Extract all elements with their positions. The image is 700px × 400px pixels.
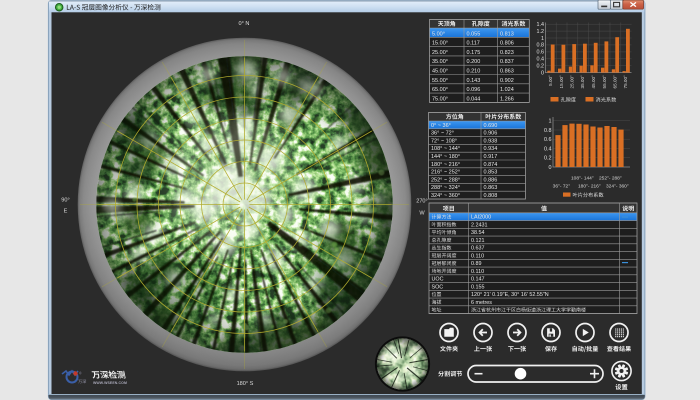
svg-text:0.886: 0.886 [484, 177, 498, 183]
svg-text:0.055: 0.055 [467, 31, 481, 37]
svg-text:0.175: 0.175 [467, 50, 481, 56]
svg-text:324° ~ 360°: 324° ~ 360° [431, 193, 460, 199]
svg-text:252°- 288°: 252°- 288° [599, 176, 622, 182]
svg-text:0.863: 0.863 [484, 185, 498, 191]
svg-text:0.121: 0.121 [471, 238, 485, 244]
svg-text:6 metres: 6 metres [471, 300, 492, 306]
svg-text:WWW.WSEEN.COM: WWW.WSEEN.COM [93, 381, 127, 385]
svg-text:0.110: 0.110 [471, 269, 484, 275]
svg-text:0.902: 0.902 [500, 78, 514, 84]
svg-text:0.813: 0.813 [500, 31, 514, 37]
svg-text:0° N: 0° N [239, 21, 250, 27]
svg-text:180°- 216°: 180°- 216° [578, 184, 601, 190]
svg-text:288° ~ 324°: 288° ~ 324° [431, 185, 460, 191]
svg-text:1.4: 1.4 [537, 22, 545, 28]
svg-text:108°- 144°: 108°- 144° [571, 176, 594, 182]
svg-text:38.54: 38.54 [471, 230, 485, 236]
svg-text:0.110: 0.110 [471, 253, 484, 259]
svg-text:55.00°: 55.00° [432, 78, 448, 84]
svg-text:35.00°: 35.00° [580, 75, 585, 88]
svg-text:45.00°: 45.00° [432, 69, 448, 75]
svg-text:0: 0 [541, 70, 544, 76]
svg-text:0.837: 0.837 [500, 59, 514, 65]
svg-text:0.4: 0.4 [537, 57, 545, 63]
svg-text:5.00°: 5.00° [432, 31, 445, 37]
svg-text:0.874: 0.874 [484, 162, 498, 168]
svg-text:0.2: 0.2 [544, 156, 552, 162]
svg-text:0.906: 0.906 [484, 131, 498, 137]
svg-text:0.8: 0.8 [537, 43, 545, 49]
svg-text:2.2431: 2.2431 [471, 222, 488, 228]
svg-text:36° ~ 72°: 36° ~ 72° [431, 131, 454, 137]
svg-text:1.266: 1.266 [500, 96, 514, 102]
svg-text:0.4: 0.4 [544, 146, 552, 152]
svg-text:25.00°: 25.00° [570, 75, 575, 88]
svg-text:120° 21' 0.19"E, 30° 16' 52.5: 120° 21' 0.19"E, 30° 16' 52.55"N [471, 292, 549, 298]
svg-text:180° ~ 216°: 180° ~ 216° [431, 162, 460, 168]
svg-text:324°- 360°: 324°- 360° [606, 184, 629, 190]
svg-text:216° ~ 252°: 216° ~ 252° [431, 170, 460, 176]
svg-text:0.096: 0.096 [467, 87, 481, 93]
svg-text:0.863: 0.863 [500, 69, 514, 75]
svg-text:45.00°: 45.00° [591, 75, 596, 88]
svg-text:0.89: 0.89 [471, 261, 482, 267]
svg-text:0.934: 0.934 [484, 146, 498, 152]
svg-text:UOC: UOC [432, 277, 444, 283]
svg-text:1.2: 1.2 [537, 29, 545, 35]
svg-text:0.210: 0.210 [467, 69, 481, 75]
svg-text:5.00°: 5.00° [548, 75, 553, 86]
svg-text:1: 1 [541, 36, 544, 42]
svg-text:35.00°: 35.00° [432, 59, 448, 65]
svg-text:25.00°: 25.00° [432, 50, 448, 56]
svg-text:65.00°: 65.00° [613, 75, 618, 88]
svg-text:0.917: 0.917 [484, 154, 498, 160]
svg-text:®: ® [79, 372, 82, 376]
svg-text:0.2: 0.2 [537, 64, 545, 70]
svg-text:0.8: 0.8 [544, 128, 552, 134]
svg-text:0.853: 0.853 [484, 170, 498, 176]
svg-text:0.155: 0.155 [471, 284, 485, 290]
svg-text:0.808: 0.808 [484, 193, 498, 199]
svg-text:LAI2000: LAI2000 [471, 215, 491, 221]
svg-text:0.637: 0.637 [471, 246, 485, 252]
svg-text:0.806: 0.806 [500, 41, 514, 47]
svg-text:0.6: 0.6 [537, 50, 545, 56]
svg-text:180° S: 180° S [237, 381, 254, 387]
svg-text:144° ~ 180°: 144° ~ 180° [431, 154, 460, 160]
svg-text:0.143: 0.143 [467, 78, 481, 84]
svg-text:1: 1 [549, 119, 552, 125]
svg-text:W: W [419, 211, 425, 217]
svg-text:55.00°: 55.00° [602, 75, 607, 88]
svg-text:0.200: 0.200 [467, 59, 481, 65]
svg-text:0.147: 0.147 [471, 277, 485, 283]
svg-text:SOC: SOC [432, 284, 444, 290]
svg-text:1.024: 1.024 [500, 87, 514, 93]
svg-text:90°: 90° [61, 198, 69, 204]
svg-text:36°- 72°: 36°- 72° [553, 184, 571, 190]
svg-text:0.938: 0.938 [484, 138, 498, 144]
svg-text:0: 0 [549, 165, 552, 171]
svg-text:0.044: 0.044 [467, 96, 481, 102]
svg-text:75.00°: 75.00° [432, 96, 448, 102]
svg-text:108° ~ 144°: 108° ~ 144° [431, 146, 460, 152]
svg-text:15.00°: 15.00° [559, 75, 564, 88]
svg-text:75.00°: 75.00° [623, 75, 628, 88]
svg-text:270°: 270° [416, 199, 428, 205]
svg-text:0.117: 0.117 [467, 41, 480, 47]
svg-text:0° ~ 36°: 0° ~ 36° [431, 123, 451, 129]
svg-text:E: E [64, 209, 68, 215]
svg-text:0.6: 0.6 [544, 137, 552, 143]
svg-text:0.690: 0.690 [484, 123, 498, 129]
svg-text:65.00°: 65.00° [432, 87, 448, 93]
svg-text:0.823: 0.823 [500, 50, 514, 56]
svg-text:15.00°: 15.00° [432, 41, 448, 47]
svg-text:252° ~ 288°: 252° ~ 288° [431, 177, 460, 183]
svg-text:72° ~ 108°: 72° ~ 108° [431, 138, 457, 144]
